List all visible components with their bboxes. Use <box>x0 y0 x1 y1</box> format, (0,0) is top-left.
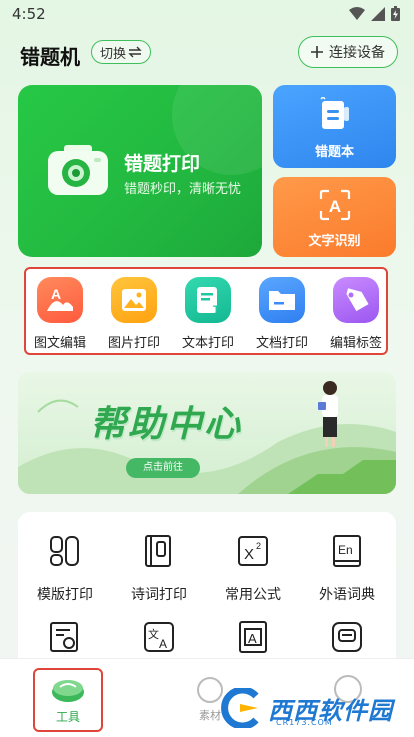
watermark: 西西软件园 CR173.COM <box>218 688 393 728</box>
banner-title: 帮助中心 <box>90 404 243 445</box>
image-text-edit-icon: A <box>37 277 83 323</box>
svg-text:A: A <box>328 197 340 216</box>
tool-label: 编辑标签 <box>329 336 382 351</box>
mistake-print-card[interactable]: 错题打印 错题秒印，清晰无忧 <box>18 85 262 257</box>
book-card-label: 错题本 <box>314 145 354 160</box>
tool-label: 文本打印 <box>181 336 234 351</box>
grid-item-common-formula[interactable]: X2 常用公式 <box>208 534 298 604</box>
battery-icon <box>391 6 400 21</box>
signal-icon <box>371 6 385 21</box>
message-icon <box>332 622 362 652</box>
switch-label: 切换 <box>100 46 127 62</box>
wifi-icon <box>349 6 365 20</box>
tag-icon <box>333 277 379 323</box>
header: 错题机 切换 连接设备 <box>0 36 414 70</box>
book-icon <box>318 95 352 137</box>
tool-image-text-edit[interactable]: A 图文编辑 <box>24 277 96 351</box>
poem-book-icon <box>145 535 171 567</box>
tab-tools-label: 工具 <box>55 710 80 724</box>
translate-icon: 文A <box>144 622 174 652</box>
print-card-subtitle: 错题秒印，清晰无忧 <box>124 182 242 197</box>
text-doc-icon: T <box>185 277 231 323</box>
printer-icon <box>51 676 85 708</box>
dictionary-icon: En <box>333 535 361 567</box>
status-time: 4:52 <box>12 5 46 23</box>
picture-icon <box>111 277 157 323</box>
svg-text:A: A <box>51 286 61 302</box>
grid-item-label: 常用公式 <box>225 587 281 603</box>
switch-button[interactable]: 切换 <box>91 40 152 64</box>
tool-picture-print[interactable]: 图片打印 <box>98 277 170 351</box>
help-center-banner[interactable]: 帮助中心 点击前往 <box>18 372 396 494</box>
search-doc-icon <box>50 622 78 652</box>
folder-icon <box>259 277 305 323</box>
tools-row: A 图文编辑 图片打印 T 文本打印 文档打印 编辑标签 <box>24 267 388 355</box>
page-title: 错题机 <box>20 45 80 69</box>
grid-item-label: 模版打印 <box>37 587 93 603</box>
watermark-logo-icon <box>221 688 259 728</box>
grid-item-template-print[interactable]: 模版打印 <box>20 534 110 604</box>
svg-text:T: T <box>213 304 220 316</box>
print-card-title: 错题打印 <box>124 153 201 175</box>
formula-icon: X2 <box>238 536 268 566</box>
status-bar: 4:52 <box>0 0 414 28</box>
camera-icon <box>48 143 108 199</box>
svg-text:X: X <box>244 546 254 563</box>
svg-text:A: A <box>159 637 167 651</box>
svg-text:En: En <box>338 543 353 557</box>
ocr-card-label: 文字识别 <box>308 234 361 249</box>
svg-text:A: A <box>248 631 257 646</box>
letter-a-icon: A <box>239 621 267 653</box>
connect-device-button[interactable]: 连接设备 <box>298 36 398 68</box>
tool-document-print[interactable]: 文档打印 <box>246 277 318 351</box>
grid-item-label: 外语词典 <box>319 587 375 603</box>
text-scan-icon: A <box>319 189 351 225</box>
tool-label: 文档打印 <box>255 336 308 351</box>
tool-edit-label[interactable]: 编辑标签 <box>320 277 392 351</box>
connect-label: 连接设备 <box>329 45 385 61</box>
svg-text:文: 文 <box>148 627 159 641</box>
grid-item-poem-print[interactable]: 诗词打印 <box>114 534 204 604</box>
grid-item-foreign-dictionary[interactable]: En 外语词典 <box>302 534 392 604</box>
tool-label: 图片打印 <box>107 336 160 351</box>
tab-tools[interactable]: 工具 <box>33 668 103 732</box>
grid-item-label: 诗词打印 <box>131 587 187 603</box>
swap-icon <box>128 46 142 58</box>
watermark-subtext: CR173.COM <box>276 718 333 727</box>
template-icon <box>50 536 79 566</box>
tool-label: 图文编辑 <box>33 336 86 351</box>
status-icons <box>349 6 400 21</box>
mistake-book-card[interactable]: 错题本 <box>273 85 396 168</box>
svg-text:2: 2 <box>256 541 261 551</box>
banner-go-button[interactable]: 点击前往 <box>126 458 200 478</box>
plus-icon <box>311 46 323 58</box>
text-recognition-card[interactable]: A 文字识别 <box>273 177 396 257</box>
tool-text-print[interactable]: T 文本打印 <box>172 277 244 351</box>
